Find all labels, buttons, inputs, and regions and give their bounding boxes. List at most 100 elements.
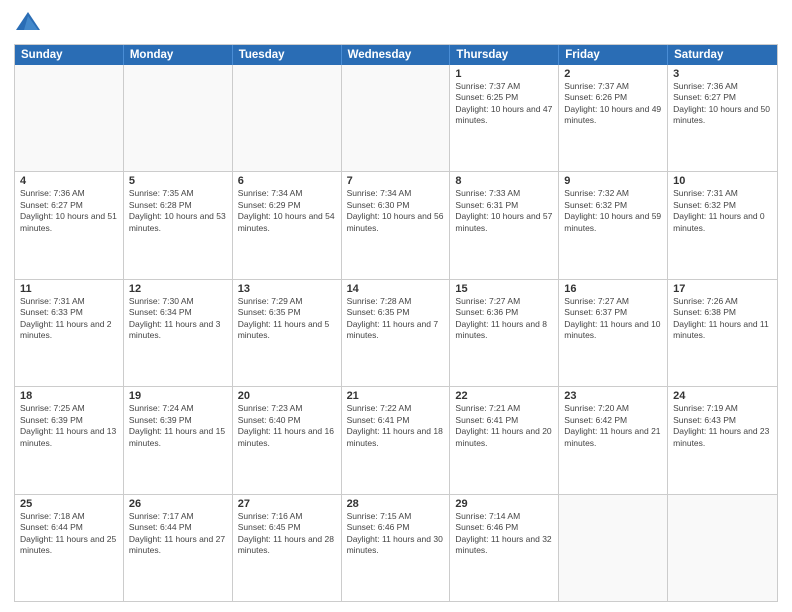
calendar-cell: 14Sunrise: 7:28 AM Sunset: 6:35 PM Dayli… — [342, 280, 451, 386]
day-info: Sunrise: 7:37 AM Sunset: 6:25 PM Dayligh… — [455, 81, 553, 127]
header-day-tuesday: Tuesday — [233, 45, 342, 65]
day-info: Sunrise: 7:31 AM Sunset: 6:33 PM Dayligh… — [20, 296, 118, 342]
calendar-cell — [124, 65, 233, 171]
day-info: Sunrise: 7:27 AM Sunset: 6:37 PM Dayligh… — [564, 296, 662, 342]
day-number: 6 — [238, 175, 336, 187]
day-number: 3 — [673, 68, 772, 80]
calendar-cell: 2Sunrise: 7:37 AM Sunset: 6:26 PM Daylig… — [559, 65, 668, 171]
calendar-cell: 9Sunrise: 7:32 AM Sunset: 6:32 PM Daylig… — [559, 172, 668, 278]
calendar-cell: 20Sunrise: 7:23 AM Sunset: 6:40 PM Dayli… — [233, 387, 342, 493]
day-number: 18 — [20, 390, 118, 402]
page: SundayMondayTuesdayWednesdayThursdayFrid… — [0, 0, 792, 612]
calendar-cell: 17Sunrise: 7:26 AM Sunset: 6:38 PM Dayli… — [668, 280, 777, 386]
day-info: Sunrise: 7:28 AM Sunset: 6:35 PM Dayligh… — [347, 296, 445, 342]
calendar-body: 1Sunrise: 7:37 AM Sunset: 6:25 PM Daylig… — [15, 65, 777, 601]
day-number: 12 — [129, 283, 227, 295]
calendar-cell: 23Sunrise: 7:20 AM Sunset: 6:42 PM Dayli… — [559, 387, 668, 493]
day-number: 19 — [129, 390, 227, 402]
calendar-row-3: 18Sunrise: 7:25 AM Sunset: 6:39 PM Dayli… — [15, 386, 777, 493]
header-day-monday: Monday — [124, 45, 233, 65]
day-number: 11 — [20, 283, 118, 295]
day-number: 27 — [238, 498, 336, 510]
day-info: Sunrise: 7:32 AM Sunset: 6:32 PM Dayligh… — [564, 188, 662, 234]
logo-icon — [14, 10, 42, 38]
day-info: Sunrise: 7:30 AM Sunset: 6:34 PM Dayligh… — [129, 296, 227, 342]
day-info: Sunrise: 7:22 AM Sunset: 6:41 PM Dayligh… — [347, 403, 445, 449]
day-info: Sunrise: 7:29 AM Sunset: 6:35 PM Dayligh… — [238, 296, 336, 342]
day-info: Sunrise: 7:19 AM Sunset: 6:43 PM Dayligh… — [673, 403, 772, 449]
calendar-cell: 22Sunrise: 7:21 AM Sunset: 6:41 PM Dayli… — [450, 387, 559, 493]
day-info: Sunrise: 7:37 AM Sunset: 6:26 PM Dayligh… — [564, 81, 662, 127]
day-number: 29 — [455, 498, 553, 510]
calendar-header: SundayMondayTuesdayWednesdayThursdayFrid… — [15, 45, 777, 65]
day-info: Sunrise: 7:34 AM Sunset: 6:30 PM Dayligh… — [347, 188, 445, 234]
header-day-thursday: Thursday — [450, 45, 559, 65]
day-number: 26 — [129, 498, 227, 510]
day-info: Sunrise: 7:25 AM Sunset: 6:39 PM Dayligh… — [20, 403, 118, 449]
day-info: Sunrise: 7:34 AM Sunset: 6:29 PM Dayligh… — [238, 188, 336, 234]
day-number: 17 — [673, 283, 772, 295]
day-number: 24 — [673, 390, 772, 402]
day-number: 15 — [455, 283, 553, 295]
day-info: Sunrise: 7:20 AM Sunset: 6:42 PM Dayligh… — [564, 403, 662, 449]
calendar-cell: 21Sunrise: 7:22 AM Sunset: 6:41 PM Dayli… — [342, 387, 451, 493]
day-number: 9 — [564, 175, 662, 187]
day-info: Sunrise: 7:35 AM Sunset: 6:28 PM Dayligh… — [129, 188, 227, 234]
day-info: Sunrise: 7:15 AM Sunset: 6:46 PM Dayligh… — [347, 511, 445, 557]
calendar-cell — [559, 495, 668, 601]
calendar-cell: 13Sunrise: 7:29 AM Sunset: 6:35 PM Dayli… — [233, 280, 342, 386]
calendar-cell: 18Sunrise: 7:25 AM Sunset: 6:39 PM Dayli… — [15, 387, 124, 493]
day-number: 4 — [20, 175, 118, 187]
calendar-cell: 28Sunrise: 7:15 AM Sunset: 6:46 PM Dayli… — [342, 495, 451, 601]
calendar-cell — [15, 65, 124, 171]
calendar-cell: 16Sunrise: 7:27 AM Sunset: 6:37 PM Dayli… — [559, 280, 668, 386]
day-number: 16 — [564, 283, 662, 295]
day-number: 28 — [347, 498, 445, 510]
calendar-cell: 1Sunrise: 7:37 AM Sunset: 6:25 PM Daylig… — [450, 65, 559, 171]
day-number: 10 — [673, 175, 772, 187]
day-number: 25 — [20, 498, 118, 510]
calendar-row-1: 4Sunrise: 7:36 AM Sunset: 6:27 PM Daylig… — [15, 171, 777, 278]
day-info: Sunrise: 7:26 AM Sunset: 6:38 PM Dayligh… — [673, 296, 772, 342]
day-info: Sunrise: 7:36 AM Sunset: 6:27 PM Dayligh… — [673, 81, 772, 127]
day-info: Sunrise: 7:27 AM Sunset: 6:36 PM Dayligh… — [455, 296, 553, 342]
day-number: 14 — [347, 283, 445, 295]
calendar-cell: 6Sunrise: 7:34 AM Sunset: 6:29 PM Daylig… — [233, 172, 342, 278]
day-info: Sunrise: 7:21 AM Sunset: 6:41 PM Dayligh… — [455, 403, 553, 449]
day-info: Sunrise: 7:16 AM Sunset: 6:45 PM Dayligh… — [238, 511, 336, 557]
calendar-cell: 4Sunrise: 7:36 AM Sunset: 6:27 PM Daylig… — [15, 172, 124, 278]
calendar-cell: 8Sunrise: 7:33 AM Sunset: 6:31 PM Daylig… — [450, 172, 559, 278]
calendar-row-2: 11Sunrise: 7:31 AM Sunset: 6:33 PM Dayli… — [15, 279, 777, 386]
calendar-cell: 7Sunrise: 7:34 AM Sunset: 6:30 PM Daylig… — [342, 172, 451, 278]
day-number: 2 — [564, 68, 662, 80]
day-number: 7 — [347, 175, 445, 187]
day-number: 23 — [564, 390, 662, 402]
day-info: Sunrise: 7:31 AM Sunset: 6:32 PM Dayligh… — [673, 188, 772, 234]
calendar-cell: 11Sunrise: 7:31 AM Sunset: 6:33 PM Dayli… — [15, 280, 124, 386]
day-info: Sunrise: 7:17 AM Sunset: 6:44 PM Dayligh… — [129, 511, 227, 557]
day-number: 5 — [129, 175, 227, 187]
header — [14, 10, 778, 38]
day-info: Sunrise: 7:36 AM Sunset: 6:27 PM Dayligh… — [20, 188, 118, 234]
day-number: 13 — [238, 283, 336, 295]
calendar-cell: 29Sunrise: 7:14 AM Sunset: 6:46 PM Dayli… — [450, 495, 559, 601]
calendar-row-0: 1Sunrise: 7:37 AM Sunset: 6:25 PM Daylig… — [15, 65, 777, 171]
calendar-cell: 10Sunrise: 7:31 AM Sunset: 6:32 PM Dayli… — [668, 172, 777, 278]
day-number: 1 — [455, 68, 553, 80]
day-number: 21 — [347, 390, 445, 402]
day-number: 20 — [238, 390, 336, 402]
day-number: 8 — [455, 175, 553, 187]
logo — [14, 10, 46, 38]
calendar-cell — [342, 65, 451, 171]
header-day-sunday: Sunday — [15, 45, 124, 65]
calendar-cell: 5Sunrise: 7:35 AM Sunset: 6:28 PM Daylig… — [124, 172, 233, 278]
header-day-saturday: Saturday — [668, 45, 777, 65]
day-info: Sunrise: 7:24 AM Sunset: 6:39 PM Dayligh… — [129, 403, 227, 449]
day-info: Sunrise: 7:18 AM Sunset: 6:44 PM Dayligh… — [20, 511, 118, 557]
calendar-cell — [668, 495, 777, 601]
calendar-cell: 15Sunrise: 7:27 AM Sunset: 6:36 PM Dayli… — [450, 280, 559, 386]
calendar: SundayMondayTuesdayWednesdayThursdayFrid… — [14, 44, 778, 602]
calendar-cell: 27Sunrise: 7:16 AM Sunset: 6:45 PM Dayli… — [233, 495, 342, 601]
calendar-row-4: 25Sunrise: 7:18 AM Sunset: 6:44 PM Dayli… — [15, 494, 777, 601]
calendar-cell: 19Sunrise: 7:24 AM Sunset: 6:39 PM Dayli… — [124, 387, 233, 493]
